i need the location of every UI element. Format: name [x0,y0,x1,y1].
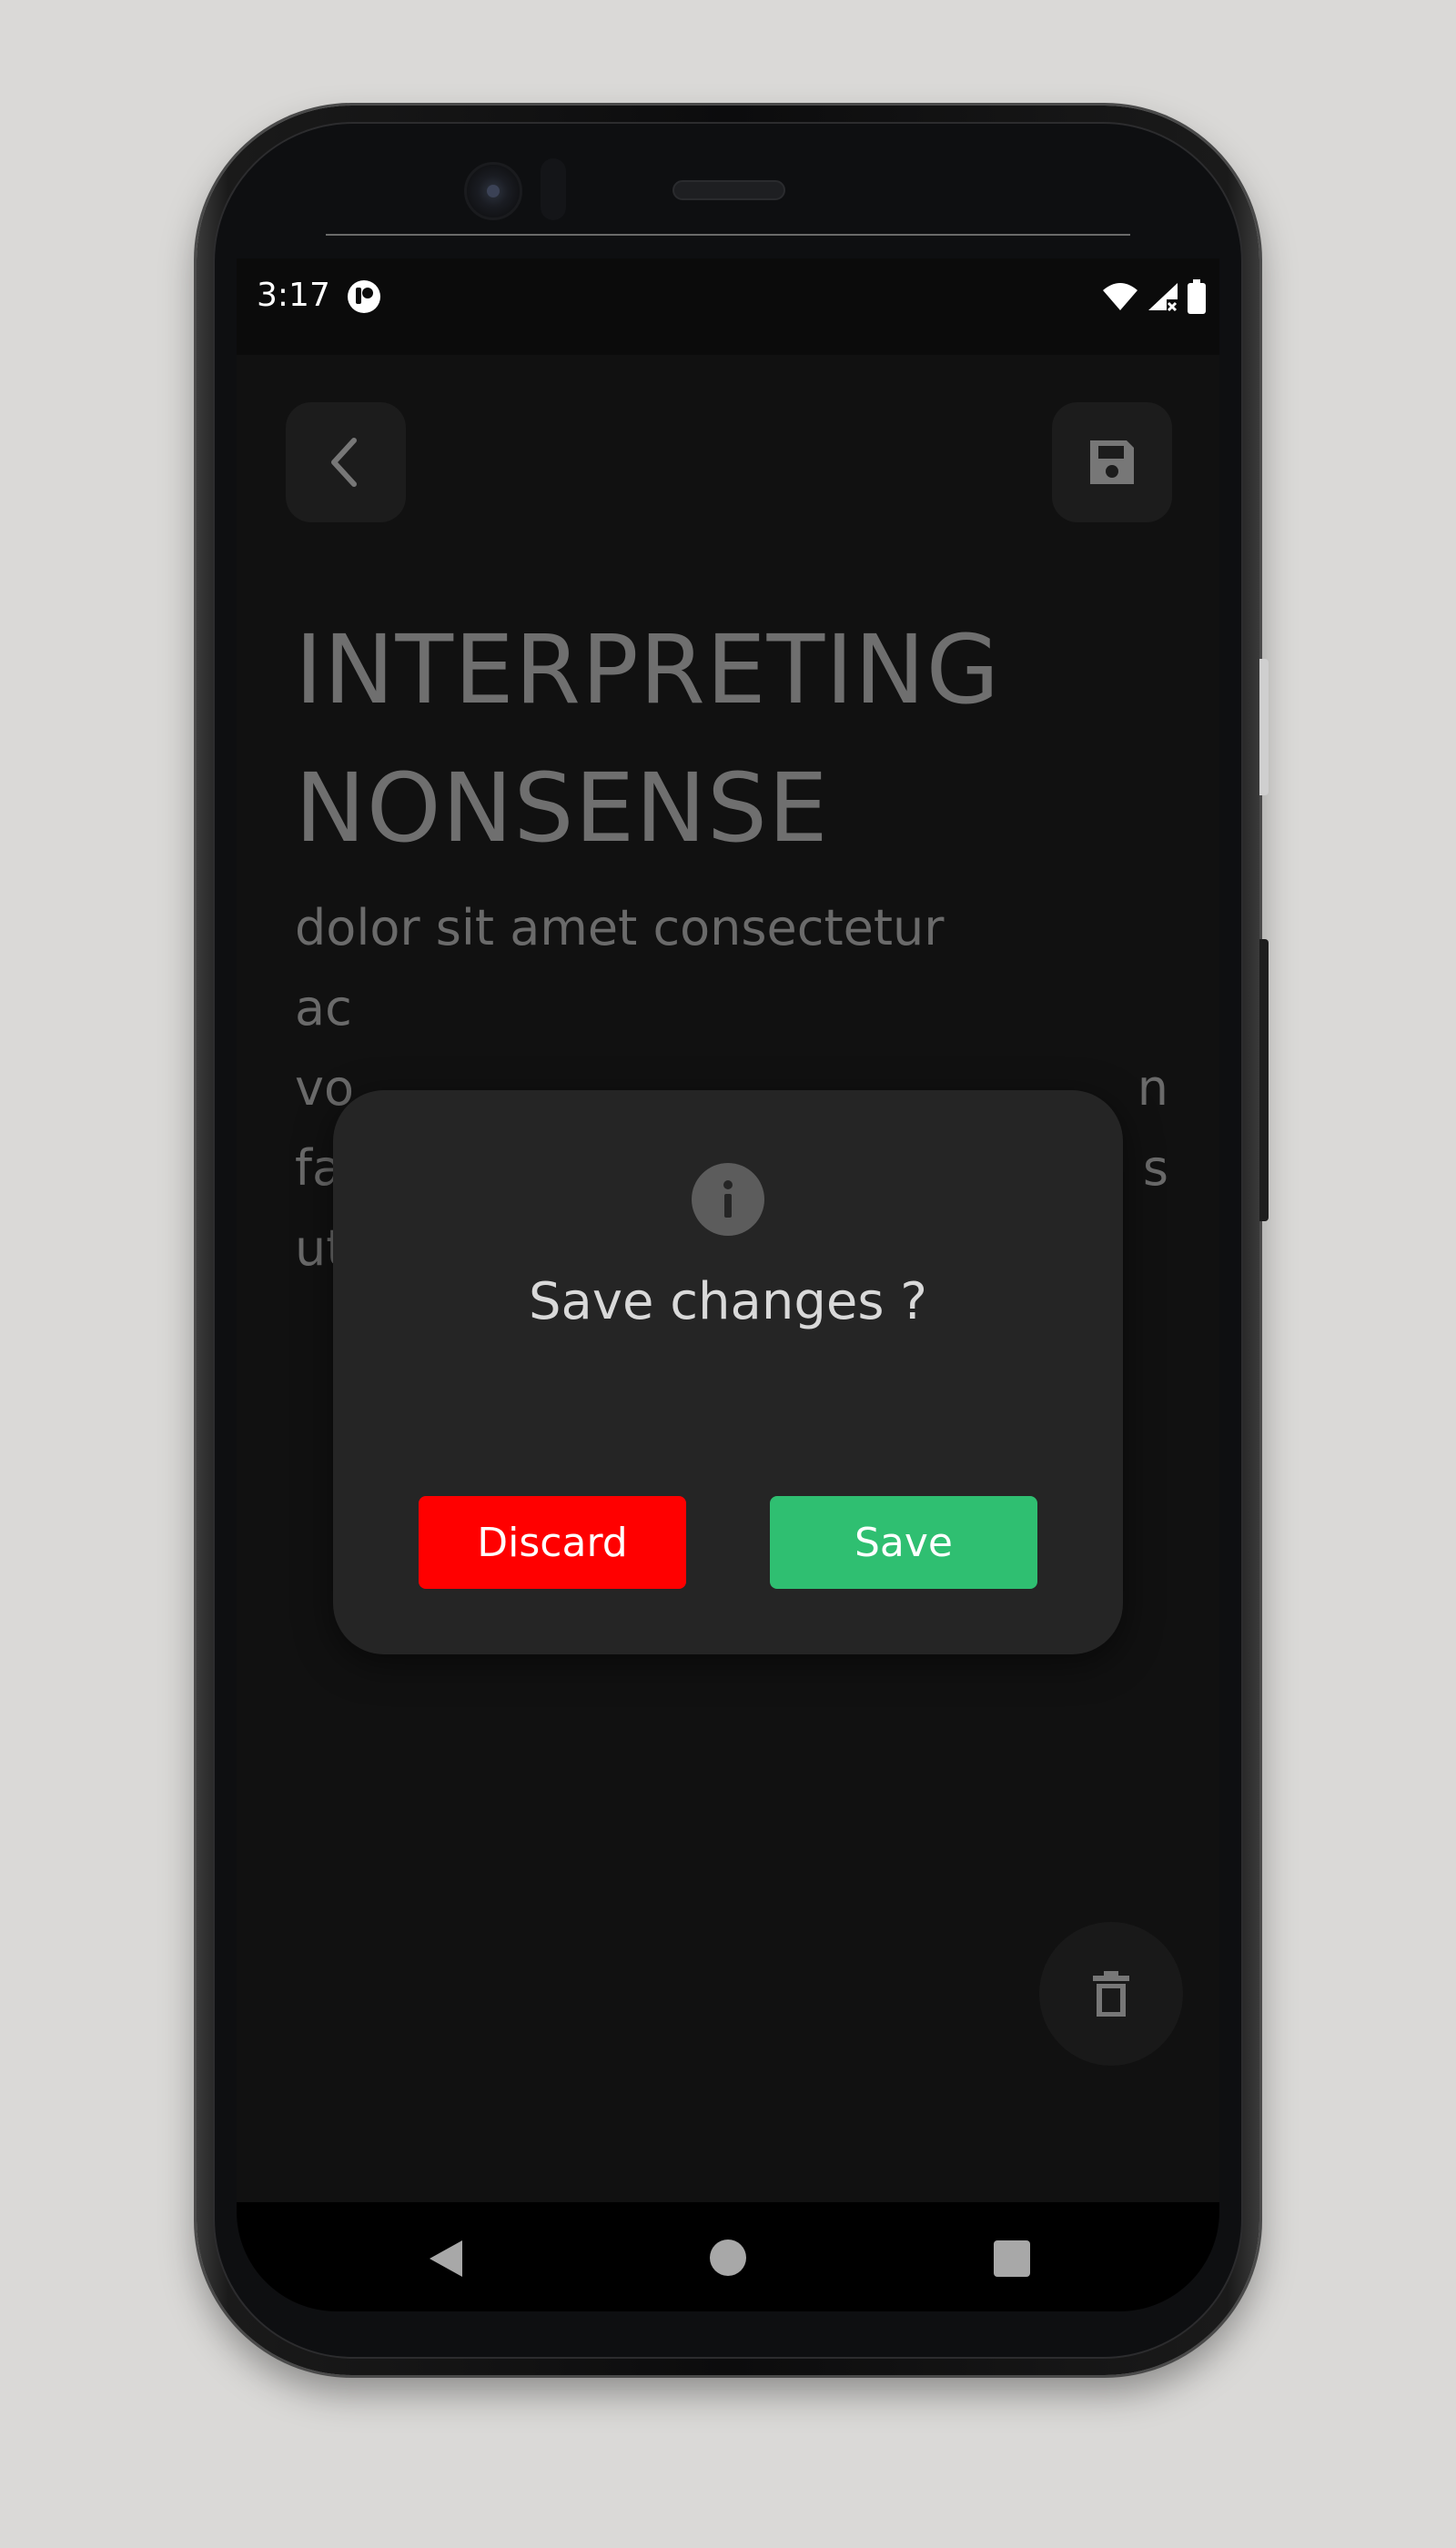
note-title[interactable]: INTERPRETING NONSENSE [295,601,1114,877]
note-editor: INTERPRETING NONSENSE dolor sit amet con… [237,355,1219,2202]
nav-recents-icon[interactable] [994,2240,1030,2277]
status-time: 3:17 [257,277,330,314]
delete-note-button[interactable] [1039,1922,1183,2066]
earpiece-speaker [672,180,785,200]
power-button [1259,939,1269,1221]
dialog-title: Save changes ? [528,1272,928,1331]
cell-signal-no-data-icon [1148,283,1178,312]
indicator-app-icon [348,280,380,313]
save-note-button[interactable] [1052,402,1172,522]
note-body-line: dolor sit amet consectetur [295,899,945,956]
info-icon-glyph [723,1180,733,1218]
screen: 3:17 INTERPRETING NONSENSE dolor sit ame… [237,258,1219,2311]
trash-icon [1093,1971,1129,2017]
back-button[interactable] [286,402,406,522]
floppy-disk-icon [1090,440,1134,484]
discard-button[interactable]: Discard [419,1496,686,1589]
front-camera [464,162,522,220]
chevron-left-icon [331,438,357,487]
bezel-divider [326,234,1130,236]
battery-full-icon [1188,279,1206,314]
save-button[interactable]: Save [770,1496,1037,1589]
info-icon [692,1163,764,1236]
system-nav-bar [237,2202,1219,2311]
nav-back-icon[interactable] [426,2239,466,2279]
nav-home-icon[interactable] [710,2240,746,2276]
proximity-sensor [541,158,566,220]
save-changes-dialog: Save changes ? Discard Save [333,1090,1123,1654]
status-icons [1101,278,1207,315]
note-title-line: NONSENSE [295,753,829,864]
volume-button [1259,659,1269,795]
status-bar: 3:17 [237,258,1219,355]
note-body-line: ac [295,979,352,1036]
wifi-icon [1103,283,1138,310]
note-title-line: INTERPRETING [295,614,1001,725]
